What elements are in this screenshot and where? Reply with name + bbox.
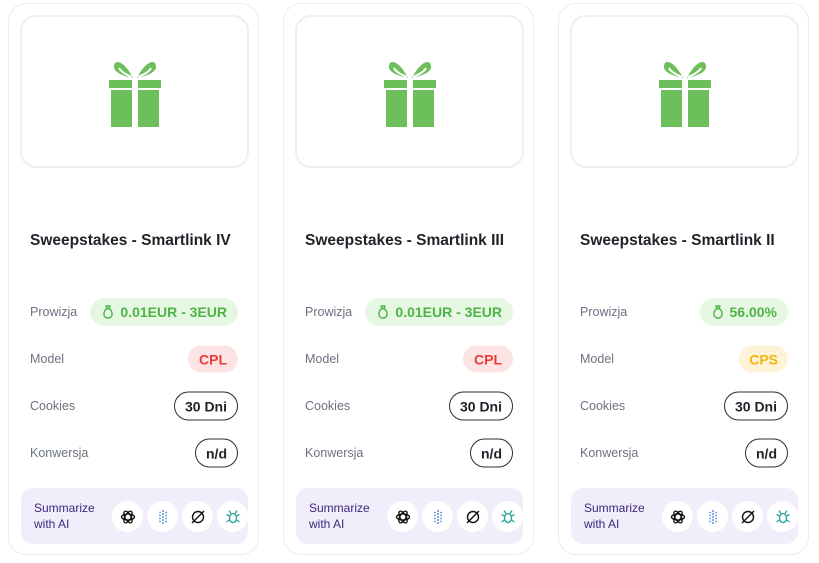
conversion-badge: n/d (470, 438, 513, 468)
summarize-with-ai-panel: Summarize with AI (571, 488, 798, 544)
money-bag-icon (103, 305, 114, 319)
model-label: Model (580, 352, 615, 366)
offer-image[interactable] (570, 15, 799, 168)
commission-label: Prowizja (580, 305, 628, 319)
offer-image[interactable] (20, 15, 249, 168)
conversion-label: Konwersja (580, 446, 639, 460)
commission-value: 0.01EUR - 3EUR (395, 304, 502, 320)
cookies-label: Cookies (580, 399, 626, 413)
chatgpt-icon (670, 510, 685, 523)
cookies-badge: 30 Dni (723, 391, 788, 421)
model-label: Model (305, 352, 340, 366)
grok-button[interactable] (182, 501, 213, 532)
cookies-badge: 30 Dni (448, 391, 513, 421)
grok-icon (741, 510, 754, 523)
model-badge: CPS (739, 345, 788, 373)
commission-row: Prowizja 56.00% (580, 297, 788, 327)
claude-button[interactable] (492, 501, 523, 532)
grok-button[interactable] (732, 501, 763, 532)
perplexity-icon (433, 509, 442, 524)
chatgpt-button[interactable] (387, 501, 418, 532)
conversion-label: Konwersja (305, 446, 364, 460)
cookies-label: Cookies (305, 399, 351, 413)
model-badge: CPL (463, 345, 513, 373)
chatgpt-icon (120, 510, 135, 523)
money-bag-icon (378, 305, 389, 319)
cookies-row: Cookies 30 Dni (30, 391, 238, 421)
perplexity-button[interactable] (422, 501, 453, 532)
chatgpt-icon (395, 510, 410, 523)
commission-badge: 0.01EUR - 3EUR (90, 298, 238, 326)
summarize-label: Summarize with AI (309, 501, 370, 531)
grok-icon (466, 510, 479, 523)
claude-icon (225, 509, 240, 523)
cookies-row: Cookies 30 Dni (580, 391, 788, 421)
cookies-label: Cookies (30, 399, 76, 413)
model-row: Model CPL (30, 344, 238, 374)
conversion-row: Konwersja n/d (30, 438, 238, 468)
commission-badge: 56.00% (699, 298, 788, 326)
claude-icon (500, 509, 515, 523)
conversion-row: Konwersja n/d (580, 438, 788, 468)
chatgpt-button[interactable] (112, 501, 143, 532)
commission-value: 56.00% (729, 304, 777, 320)
offer-card[interactable]: Sweepstakes - Smartlink III Prowizja 0.0… (283, 3, 534, 555)
summarize-with-ai-panel: Summarize with AI (296, 488, 523, 544)
conversion-label: Konwersja (30, 446, 89, 460)
commission-label: Prowizja (30, 305, 78, 319)
commission-label: Prowizja (305, 305, 353, 319)
offer-card[interactable]: Sweepstakes - Smartlink II Prowizja 56.0… (558, 3, 809, 555)
offer-card[interactable]: Sweepstakes - Smartlink IV Prowizja 0.01… (8, 3, 259, 555)
summarize-label: Summarize with AI (34, 501, 95, 531)
commission-value: 0.01EUR - 3EUR (120, 304, 227, 320)
summarize-with-ai-panel: Summarize with AI (21, 488, 248, 544)
perplexity-button[interactable] (147, 501, 178, 532)
gift-icon (108, 61, 161, 127)
gift-icon (658, 61, 711, 127)
claude-button[interactable] (217, 501, 248, 532)
conversion-badge: n/d (745, 438, 788, 468)
model-row: Model CPS (580, 344, 788, 374)
money-bag-icon (712, 305, 723, 319)
chatgpt-button[interactable] (662, 501, 693, 532)
gift-icon (383, 61, 436, 127)
commission-row: Prowizja 0.01EUR - 3EUR (30, 297, 238, 327)
offer-image[interactable] (295, 15, 524, 168)
offer-title[interactable]: Sweepstakes - Smartlink III (305, 232, 520, 250)
claude-icon (775, 509, 790, 523)
commission-badge: 0.01EUR - 3EUR (365, 298, 513, 326)
conversion-row: Konwersja n/d (305, 438, 513, 468)
offer-title[interactable]: Sweepstakes - Smartlink IV (30, 232, 245, 250)
perplexity-icon (708, 509, 717, 524)
model-badge: CPL (188, 345, 238, 373)
conversion-badge: n/d (195, 438, 238, 468)
perplexity-button[interactable] (697, 501, 728, 532)
cookies-row: Cookies 30 Dni (305, 391, 513, 421)
model-row: Model CPL (305, 344, 513, 374)
grok-icon (191, 510, 204, 523)
perplexity-icon (158, 509, 167, 524)
summarize-label: Summarize with AI (584, 501, 645, 531)
claude-button[interactable] (767, 501, 798, 532)
commission-row: Prowizja 0.01EUR - 3EUR (305, 297, 513, 327)
cookies-badge: 30 Dni (173, 391, 238, 421)
model-label: Model (30, 352, 65, 366)
offer-title[interactable]: Sweepstakes - Smartlink II (580, 232, 795, 250)
grok-button[interactable] (457, 501, 488, 532)
